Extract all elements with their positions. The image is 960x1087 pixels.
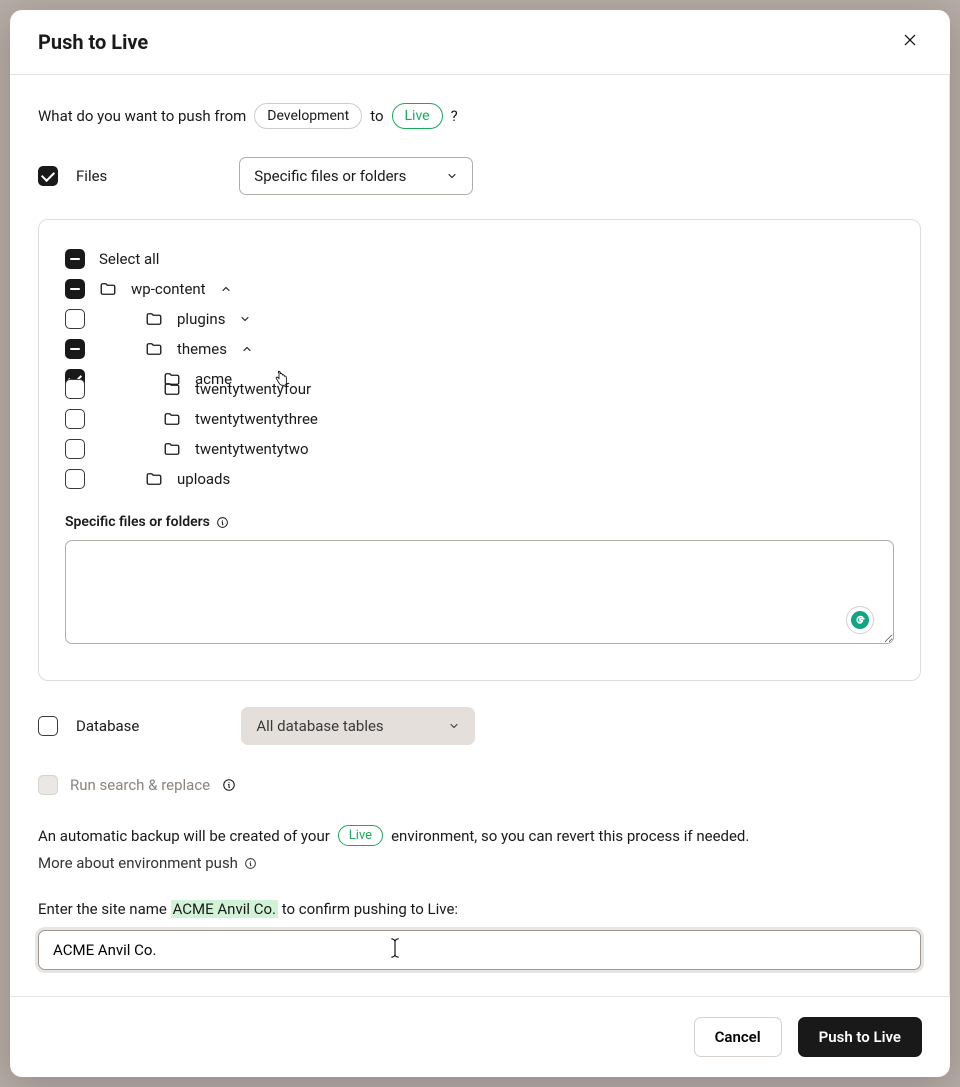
- database-row: Database All database tables: [38, 707, 921, 745]
- twentytwentyfour-checkbox[interactable]: [65, 379, 85, 399]
- tree-node-twentytwentyfour: twentytwentyfour: [65, 374, 894, 404]
- backup-suffix: environment, so you can revert this proc…: [391, 827, 749, 845]
- modal-title: Push to Live: [38, 30, 148, 54]
- modal-footer: Cancel Push to Live: [10, 996, 950, 1077]
- tree-node-uploads: uploads: [65, 464, 894, 494]
- push-question: What do you want to push from Developmen…: [38, 103, 921, 129]
- database-label: Database: [76, 717, 139, 735]
- tree-node-twentytwentytwo: twentytwentytwo: [65, 434, 894, 464]
- search-replace-row: Run search & replace: [38, 775, 921, 795]
- confirm-instruction: Enter the site name ACME Anvil Co. to co…: [38, 900, 921, 918]
- folder-icon: [145, 310, 163, 328]
- search-replace-checkbox: [38, 775, 58, 795]
- info-icon[interactable]: [216, 516, 229, 529]
- files-row: Files Specific files or folders: [38, 157, 921, 195]
- question-prefix: What do you want to push from: [38, 107, 246, 125]
- files-label: Files: [76, 167, 107, 185]
- cancel-button[interactable]: Cancel: [694, 1017, 782, 1057]
- search-replace-label: Run search & replace: [70, 776, 210, 794]
- plugins-label: plugins: [177, 310, 225, 328]
- backup-notice: An automatic backup will be created of y…: [38, 825, 921, 872]
- specific-files-label: Specific files or folders: [65, 514, 894, 530]
- to-env-pill: Live: [392, 103, 443, 129]
- confirm-site-name-input[interactable]: [41, 933, 918, 967]
- files-checkbox[interactable]: [38, 166, 58, 186]
- folder-icon: [163, 380, 181, 398]
- modal-header: Push to Live: [10, 10, 950, 75]
- twentytwentythree-checkbox[interactable]: [65, 409, 85, 429]
- folder-icon: [145, 340, 163, 358]
- themes-label: themes: [177, 340, 227, 358]
- plugins-checkbox[interactable]: [65, 309, 85, 329]
- twentytwentythree-label: twentytwentythree: [195, 410, 318, 428]
- folder-icon: [163, 440, 181, 458]
- close-icon: [902, 32, 918, 48]
- confirm-prefix: Enter the site name: [38, 900, 167, 918]
- chevron-up-icon[interactable]: [220, 283, 232, 295]
- confirm-input-wrap: [38, 930, 921, 970]
- question-to: to: [370, 107, 383, 125]
- tree-node-themes: themes: [65, 334, 894, 364]
- backup-prefix: An automatic backup will be created of y…: [38, 827, 330, 845]
- question-suffix: ?: [451, 107, 458, 125]
- files-scope-select[interactable]: Specific files or folders: [239, 157, 473, 195]
- select-all-checkbox[interactable]: [65, 249, 85, 269]
- folder-icon: [99, 280, 117, 298]
- twentytwentytwo-checkbox[interactable]: [65, 439, 85, 459]
- chevron-down-icon: [448, 720, 460, 732]
- wp-content-checkbox[interactable]: [65, 279, 85, 299]
- specific-files-label-text: Specific files or folders: [65, 514, 210, 530]
- chevron-up-icon[interactable]: [241, 343, 253, 355]
- from-env-pill: Development: [254, 103, 362, 129]
- folder-icon: [145, 470, 163, 488]
- modal-body: What do you want to push from Developmen…: [10, 75, 950, 996]
- select-all-label: Select all: [99, 250, 159, 268]
- confirm-site-name: ACME Anvil Co.: [171, 900, 278, 918]
- tree-node-twentytwentythree: twentytwentythree: [65, 404, 894, 434]
- info-icon: [244, 857, 257, 870]
- twentytwentytwo-label: twentytwentytwo: [195, 440, 309, 458]
- database-scope-value: All database tables: [256, 717, 383, 735]
- folder-icon: [163, 410, 181, 428]
- push-to-live-button[interactable]: Push to Live: [798, 1017, 922, 1057]
- chevron-down-icon[interactable]: [239, 313, 251, 325]
- tree-select-all: Select all: [65, 244, 894, 274]
- twentytwentyfour-label: twentytwentyfour: [195, 380, 311, 398]
- specific-files-textarea[interactable]: [65, 540, 894, 644]
- database-scope-select: All database tables: [241, 707, 475, 745]
- grammarly-badge-icon: [846, 606, 874, 634]
- push-to-live-modal: Push to Live What do you want to push fr…: [10, 10, 950, 1077]
- close-button[interactable]: [898, 28, 922, 56]
- uploads-label: uploads: [177, 470, 230, 488]
- themes-checkbox[interactable]: [65, 339, 85, 359]
- more-about-push-link[interactable]: More about environment push: [38, 854, 257, 872]
- info-icon[interactable]: [222, 778, 236, 792]
- tree-node-wp-content: wp-content: [65, 274, 894, 304]
- tree-node-plugins: plugins: [65, 304, 894, 334]
- database-checkbox[interactable]: [38, 716, 58, 736]
- chevron-down-icon: [446, 170, 458, 182]
- file-tree-container: Select all wp-content plugins themes: [38, 219, 921, 681]
- wp-content-label: wp-content: [131, 280, 206, 298]
- files-scope-value: Specific files or folders: [254, 167, 406, 185]
- uploads-checkbox[interactable]: [65, 469, 85, 489]
- backup-env-pill: Live: [338, 825, 383, 846]
- confirm-suffix: to confirm pushing to Live:: [282, 900, 458, 918]
